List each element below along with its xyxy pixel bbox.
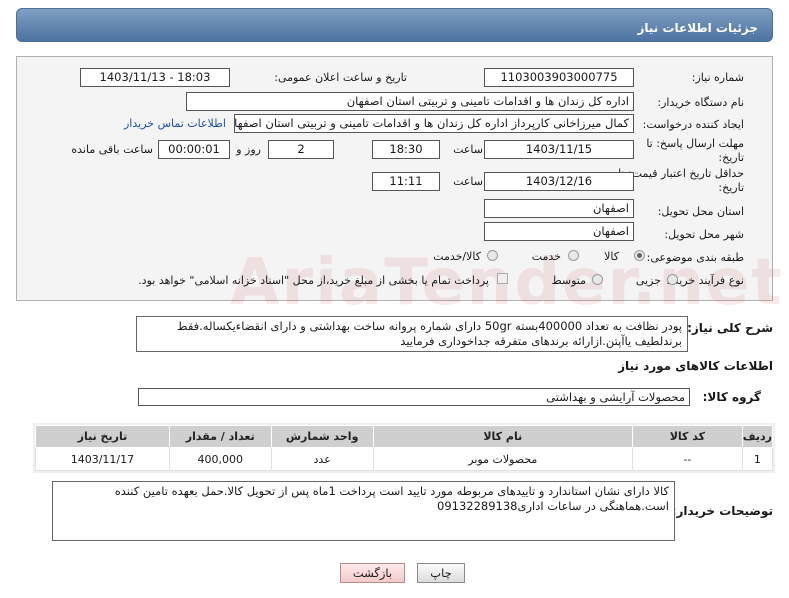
category-label: طبقه بندی موضوعی:	[646, 251, 744, 264]
purchase-medium-label: متوسط	[551, 274, 586, 287]
category-goods-service-radio[interactable]	[487, 250, 498, 261]
treasury-payment-note: پرداخت تمام یا بخشی از مبلغ خرید،از محل …	[138, 274, 489, 287]
buyer-org-field[interactable]: اداره کل زندان ها و اقدامات تامینی و ترب…	[186, 92, 634, 111]
reply-time-field[interactable]: 18:30	[372, 140, 440, 159]
days-field[interactable]: 2	[268, 140, 334, 159]
category-service-label: خدمت	[531, 250, 561, 263]
remaining-time-field[interactable]: 00:00:01	[158, 140, 230, 159]
cell-date: 1403/11/17	[35, 447, 170, 471]
page-header: جزئیات اطلاعات نیاز	[16, 8, 773, 42]
col-unit-header: واحد شمارش	[270, 425, 374, 448]
city-field[interactable]: اصفهان	[484, 222, 634, 241]
reply-date-field[interactable]: 1403/11/15	[484, 140, 634, 159]
goods-group-field[interactable]: محصولات آرایشی و بهداشتی	[138, 388, 690, 406]
day-and-label: روز و	[236, 143, 261, 156]
overall-desc-field[interactable]: پودر نظافت به تعداد 400000بسته 50gr دارا…	[136, 316, 688, 352]
cell-unit: عدد	[270, 447, 374, 471]
items-table-wrap: ردیف کد کالا نام کالا واحد شمارش تعداد /…	[33, 423, 775, 473]
buyer-notes-label: توضیحات خریدار:	[671, 504, 773, 518]
reply-time-label: ساعت	[453, 143, 483, 156]
table-header-row: ردیف کد کالا نام کالا واحد شمارش تعداد /…	[35, 425, 774, 448]
overall-desc-label: شرح کلی نیاز:	[687, 321, 773, 335]
cell-qty: 400,000	[168, 447, 272, 471]
cell-row: 1	[741, 447, 774, 471]
cell-code: --	[632, 447, 743, 471]
validity-date-field[interactable]: 1403/12/16	[484, 172, 634, 191]
buyer-notes-field[interactable]: کالا دارای نشان استاندارد و تاییدهای مرب…	[52, 481, 675, 541]
print-button[interactable]: چاپ	[417, 563, 465, 583]
table-row[interactable]: 1 -- محصولات موبر عدد 400,000 1403/11/17	[35, 447, 774, 471]
buyer-contact-link[interactable]: اطلاعات تماس خریدار	[124, 117, 226, 130]
purchase-small-radio[interactable]	[667, 274, 678, 285]
need-number-field[interactable]: 1103003903000775	[484, 68, 634, 87]
reply-deadline-label: مهلت ارسال پاسخ: تا تاریخ:	[646, 137, 744, 164]
need-number-label: شماره نیاز:	[691, 71, 744, 84]
city-label: شهر محل تحویل:	[664, 228, 744, 241]
page-title: جزئیات اطلاعات نیاز	[637, 21, 758, 35]
col-row-header: ردیف	[741, 425, 774, 448]
col-name-header: نام کالا	[372, 425, 634, 448]
request-creator-field[interactable]: کمال میرزاخانی کارپرداز اداره کل زندان ه…	[234, 114, 634, 133]
category-goods-label: کالا	[604, 250, 619, 263]
announce-datetime-field[interactable]: 1403/11/13 - 18:03	[80, 68, 230, 87]
hours-remaining-label: ساعت باقی مانده	[71, 143, 153, 156]
province-label: استان محل تحویل:	[657, 205, 744, 218]
back-button[interactable]: بازگشت	[340, 563, 405, 583]
buyer-org-label: نام دستگاه خریدار:	[657, 96, 744, 109]
request-creator-label: ایجاد کننده درخواست:	[642, 118, 744, 131]
treasury-payment-checkbox[interactable]	[497, 273, 508, 284]
category-goods-service-label: کالا/خدمت	[433, 250, 481, 263]
purchase-medium-radio[interactable]	[592, 274, 603, 285]
category-service-radio[interactable]	[568, 250, 579, 261]
col-date-header: تاریخ نیاز	[35, 425, 170, 448]
cell-name: محصولات موبر	[372, 447, 634, 471]
category-goods-radio[interactable]	[634, 250, 645, 261]
purchase-small-label: جزیی	[635, 274, 661, 287]
announce-datetime-label: تاریخ و ساعت اعلان عمومی:	[274, 71, 407, 84]
items-table: ردیف کد کالا نام کالا واحد شمارش تعداد /…	[35, 425, 774, 471]
goods-info-heading: اطلاعات کالاهای مورد نیاز	[618, 359, 773, 373]
validity-time-label: ساعت	[453, 175, 483, 188]
validity-time-field[interactable]: 11:11	[372, 172, 440, 191]
goods-group-label: گروه کالا:	[702, 390, 761, 404]
province-field[interactable]: اصفهان	[484, 199, 634, 218]
col-qty-header: تعداد / مقدار	[168, 425, 272, 448]
col-code-header: کد کالا	[632, 425, 743, 448]
